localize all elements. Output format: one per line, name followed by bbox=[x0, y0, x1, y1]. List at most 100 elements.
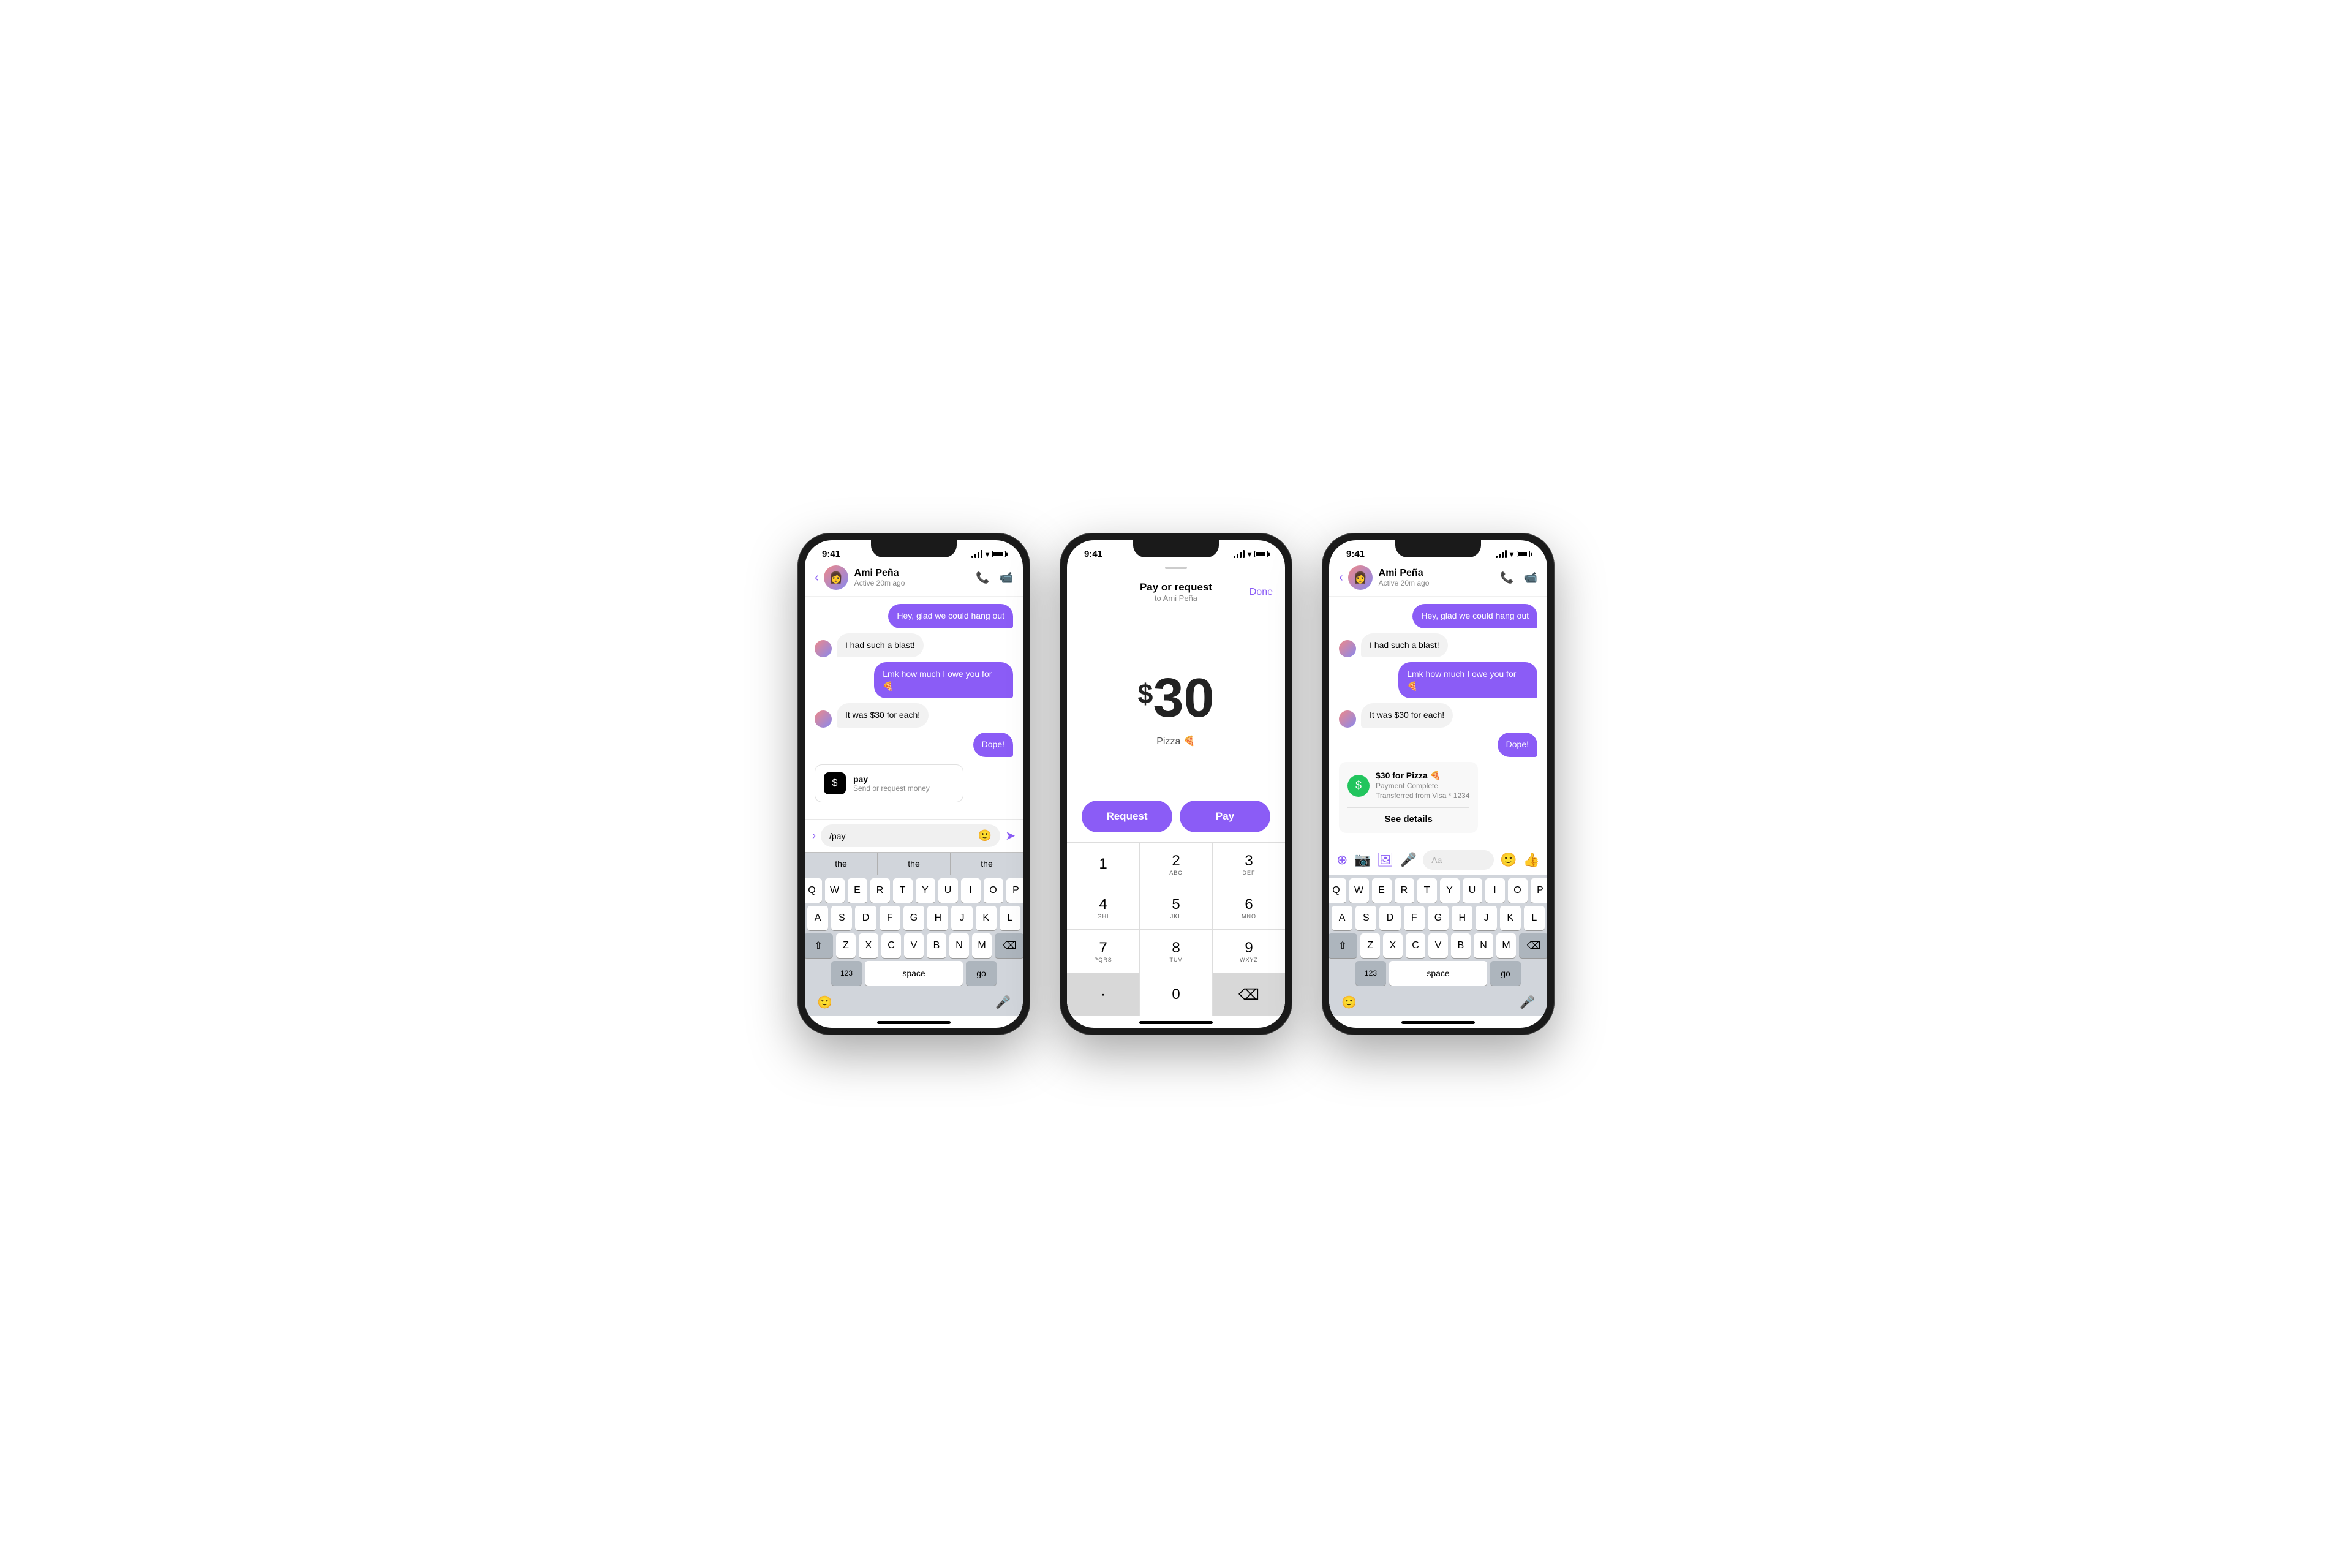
done-button-2[interactable]: Done bbox=[1250, 587, 1273, 598]
expand-icon-1[interactable]: › bbox=[812, 829, 816, 842]
key-l-3[interactable]: L bbox=[1524, 906, 1545, 930]
key-l-1[interactable]: L bbox=[1000, 906, 1020, 930]
key-o-1[interactable]: O bbox=[984, 878, 1003, 903]
key-t-3[interactable]: T bbox=[1417, 878, 1437, 903]
key-s-1[interactable]: S bbox=[831, 906, 852, 930]
send-button-1[interactable]: ➤ bbox=[1005, 828, 1016, 843]
message-input-3[interactable]: Aa bbox=[1423, 850, 1494, 870]
emoji-bottom-icon-3[interactable]: 🙂 bbox=[1341, 995, 1357, 1010]
key-c-1[interactable]: C bbox=[881, 933, 901, 958]
key-h-1[interactable]: H bbox=[927, 906, 948, 930]
key-o-3[interactable]: O bbox=[1508, 878, 1528, 903]
key-j-3[interactable]: J bbox=[1476, 906, 1496, 930]
emoji-icon-1[interactable]: 🙂 bbox=[978, 829, 992, 842]
key-i-1[interactable]: I bbox=[961, 878, 981, 903]
numpad-9-2[interactable]: 9 WXYZ bbox=[1213, 930, 1285, 973]
numpad-1-2[interactable]: 1 bbox=[1067, 843, 1140, 886]
suggestion-1-3[interactable]: the bbox=[951, 853, 1023, 875]
mic-icon-3[interactable]: 🎤 bbox=[1400, 852, 1417, 868]
key-123-3[interactable]: 123 bbox=[1355, 961, 1386, 986]
suggestion-1-2[interactable]: the bbox=[878, 853, 951, 875]
key-a-1[interactable]: A bbox=[807, 906, 828, 930]
key-delete-3[interactable]: ⌫ bbox=[1519, 933, 1547, 958]
numpad-5-2[interactable]: 5 JKL bbox=[1140, 886, 1213, 929]
key-v-3[interactable]: V bbox=[1428, 933, 1448, 958]
video-call-icon-3[interactable]: 📹 bbox=[1524, 571, 1537, 584]
key-z-1[interactable]: Z bbox=[836, 933, 856, 958]
key-u-3[interactable]: U bbox=[1463, 878, 1482, 903]
key-r-1[interactable]: R bbox=[870, 878, 890, 903]
plus-icon-3[interactable]: ⊕ bbox=[1336, 852, 1348, 868]
key-v-1[interactable]: V bbox=[904, 933, 924, 958]
key-y-3[interactable]: Y bbox=[1440, 878, 1460, 903]
thumbsup-icon-3[interactable]: 👍 bbox=[1523, 852, 1540, 868]
pay-button-2[interactable]: Pay bbox=[1180, 801, 1270, 832]
pc-details-button-3[interactable]: See details bbox=[1348, 807, 1469, 824]
key-k-3[interactable]: K bbox=[1500, 906, 1521, 930]
key-m-1[interactable]: M bbox=[972, 933, 992, 958]
message-input-field-1[interactable]: /pay 🙂 bbox=[821, 824, 1000, 847]
key-x-3[interactable]: X bbox=[1383, 933, 1403, 958]
back-button-3[interactable]: ‹ bbox=[1339, 571, 1343, 585]
numpad-6-2[interactable]: 6 MNO bbox=[1213, 886, 1285, 929]
key-e-3[interactable]: E bbox=[1372, 878, 1392, 903]
key-d-3[interactable]: D bbox=[1379, 906, 1400, 930]
camera-icon-3[interactable]: 📷 bbox=[1354, 852, 1370, 868]
key-g-1[interactable]: G bbox=[903, 906, 924, 930]
key-x-1[interactable]: X bbox=[859, 933, 878, 958]
key-shift-3[interactable]: ⇧ bbox=[1329, 933, 1357, 958]
key-b-3[interactable]: B bbox=[1451, 933, 1471, 958]
payment-complete-card-3[interactable]: $ $30 for Pizza 🍕 Payment Complete Trans… bbox=[1339, 762, 1478, 834]
key-p-3[interactable]: P bbox=[1531, 878, 1548, 903]
image-icon-3[interactable]: 🖼 bbox=[1377, 852, 1394, 868]
key-123-1[interactable]: 123 bbox=[831, 961, 862, 986]
numpad-3-2[interactable]: 3 DEF bbox=[1213, 843, 1285, 886]
suggestion-1-1[interactable]: the bbox=[805, 853, 878, 875]
phone-call-icon-1[interactable]: 📞 bbox=[976, 571, 989, 584]
key-t-1[interactable]: T bbox=[893, 878, 913, 903]
key-u-1[interactable]: U bbox=[938, 878, 958, 903]
numpad-dot-2[interactable]: · bbox=[1067, 973, 1140, 1016]
numpad-7-2[interactable]: 7 PQRS bbox=[1067, 930, 1140, 973]
key-n-1[interactable]: N bbox=[949, 933, 969, 958]
key-e-1[interactable]: E bbox=[848, 878, 867, 903]
numpad-8-2[interactable]: 8 TUV bbox=[1140, 930, 1213, 973]
numpad-4-2[interactable]: 4 GHI bbox=[1067, 886, 1140, 929]
video-call-icon-1[interactable]: 📹 bbox=[1000, 571, 1013, 584]
key-h-3[interactable]: H bbox=[1452, 906, 1472, 930]
numpad-delete-2[interactable]: ⌫ bbox=[1213, 973, 1285, 1016]
key-delete-1[interactable]: ⌫ bbox=[995, 933, 1023, 958]
numpad-0-2[interactable]: 0 bbox=[1140, 973, 1213, 1016]
request-button-2[interactable]: Request bbox=[1082, 801, 1172, 832]
key-space-3[interactable]: space bbox=[1389, 961, 1487, 986]
key-q-1[interactable]: Q bbox=[805, 878, 822, 903]
key-shift-1[interactable]: ⇧ bbox=[805, 933, 833, 958]
key-a-3[interactable]: A bbox=[1332, 906, 1352, 930]
key-r-3[interactable]: R bbox=[1395, 878, 1414, 903]
phone-call-icon-3[interactable]: 📞 bbox=[1500, 571, 1513, 584]
key-space-1[interactable]: space bbox=[865, 961, 963, 986]
key-w-1[interactable]: W bbox=[825, 878, 845, 903]
key-go-1[interactable]: go bbox=[966, 961, 997, 986]
emoji-bottom-icon-1[interactable]: 🙂 bbox=[817, 995, 832, 1010]
key-s-3[interactable]: S bbox=[1355, 906, 1376, 930]
back-button-1[interactable]: ‹ bbox=[815, 571, 819, 585]
key-y-1[interactable]: Y bbox=[916, 878, 935, 903]
key-w-3[interactable]: W bbox=[1349, 878, 1369, 903]
emoji-icon-3[interactable]: 🙂 bbox=[1500, 852, 1517, 868]
key-c-3[interactable]: C bbox=[1406, 933, 1425, 958]
key-k-1[interactable]: K bbox=[976, 906, 997, 930]
key-n-3[interactable]: N bbox=[1474, 933, 1493, 958]
key-j-1[interactable]: J bbox=[951, 906, 972, 930]
mic-bottom-icon-1[interactable]: 🎤 bbox=[995, 995, 1011, 1010]
key-f-3[interactable]: F bbox=[1404, 906, 1425, 930]
numpad-2-2[interactable]: 2 ABC bbox=[1140, 843, 1213, 886]
key-g-3[interactable]: G bbox=[1428, 906, 1449, 930]
key-q-3[interactable]: Q bbox=[1329, 878, 1346, 903]
key-i-3[interactable]: I bbox=[1485, 878, 1505, 903]
key-m-3[interactable]: M bbox=[1496, 933, 1516, 958]
mic-bottom-icon-3[interactable]: 🎤 bbox=[1520, 995, 1535, 1010]
key-z-3[interactable]: Z bbox=[1360, 933, 1380, 958]
key-f-1[interactable]: F bbox=[880, 906, 900, 930]
key-b-1[interactable]: B bbox=[927, 933, 946, 958]
